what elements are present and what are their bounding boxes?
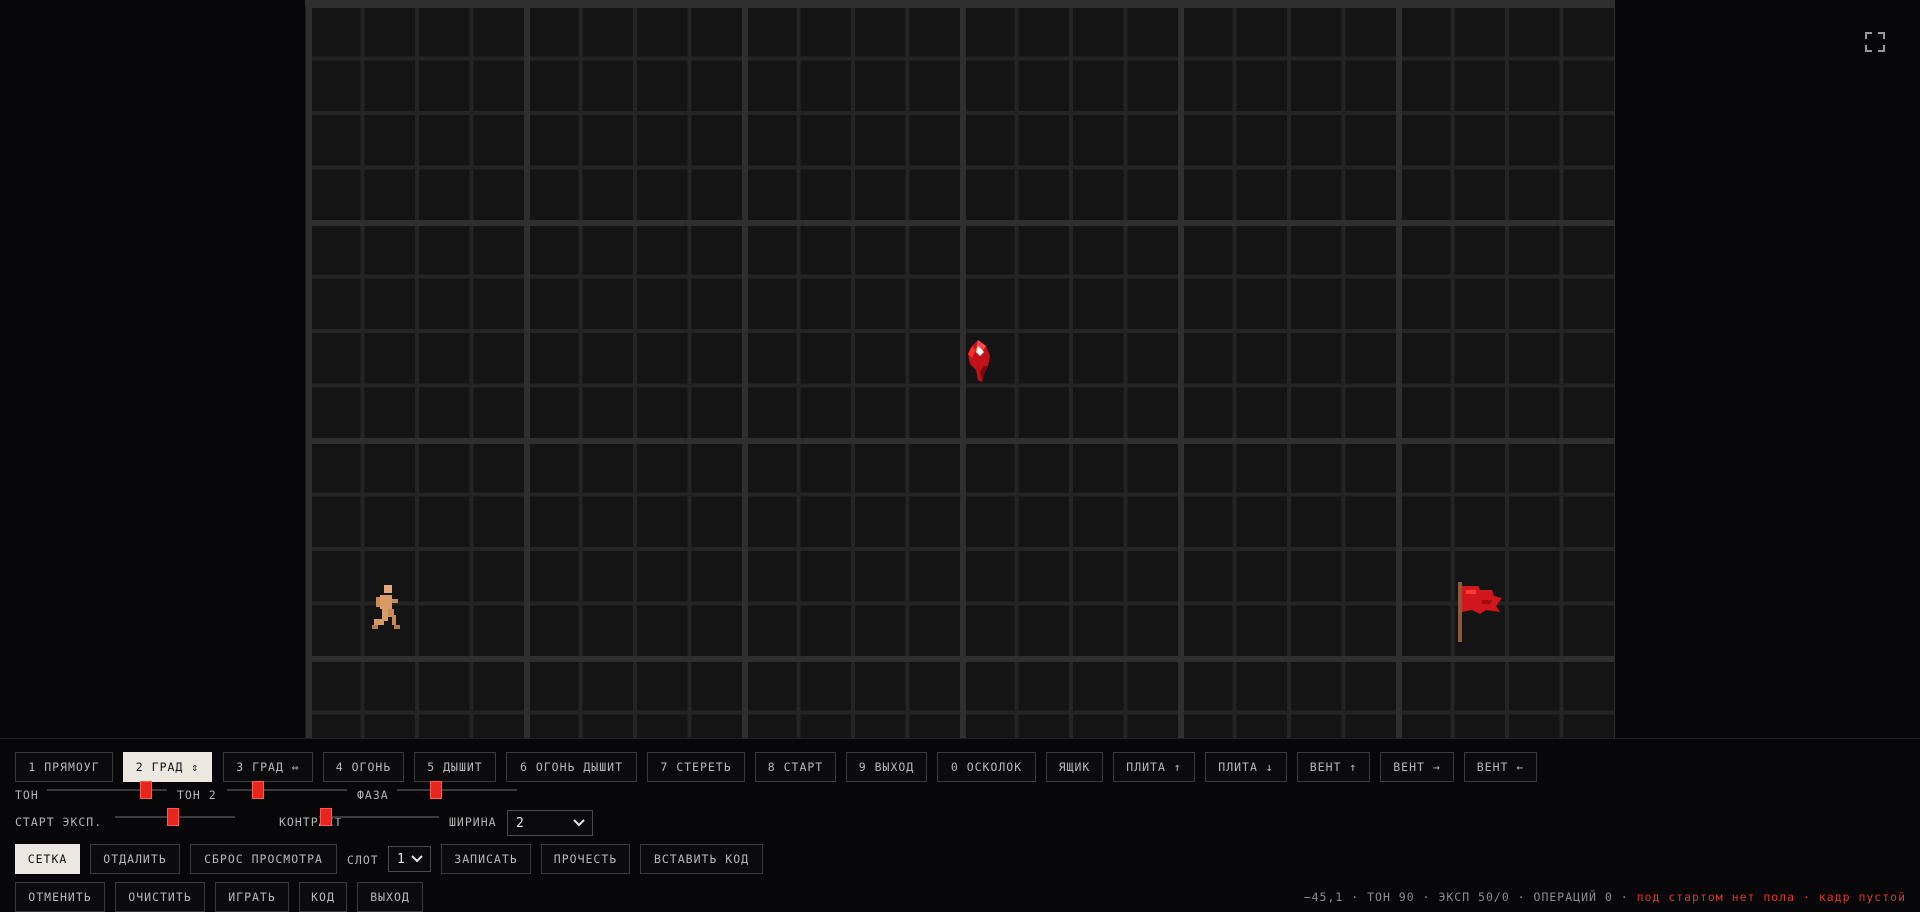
tool-box-button[interactable]: ЯЩИК: [1046, 752, 1103, 782]
width-label: ШИРИНА: [449, 815, 497, 829]
tool-erase-button[interactable]: 7 СТЕРЕТЬ: [647, 752, 745, 782]
tool-gradient-vertical-button[interactable]: 2 ГРАД ⇕: [123, 752, 212, 782]
grid-toggle-button[interactable]: СЕТКА: [15, 844, 80, 874]
tone2-label: ТОН 2: [177, 788, 217, 802]
tool-fire-button[interactable]: 4 ОГОНЬ: [323, 752, 404, 782]
ops-status: ОПЕРАЦИЙ 0: [1533, 890, 1613, 904]
tool-start-button[interactable]: 8 СТАРТ: [755, 752, 836, 782]
cursor-coords: −45,1: [1303, 890, 1344, 904]
tool-gradient-horizontal-button[interactable]: 3 ГРАД ⇔: [223, 752, 313, 782]
clear-button[interactable]: ОЧИСТИТЬ: [115, 882, 205, 912]
canvas-top-border: [305, 0, 1615, 7]
tool-rect-button[interactable]: 1 ПРЯМОУГ: [15, 752, 113, 782]
chevron-down-icon: [411, 855, 423, 863]
tool-vent-up-button[interactable]: ВЕНТ ↑: [1297, 752, 1370, 782]
player-sprite[interactable]: [370, 585, 402, 631]
zoom-out-button[interactable]: ОТДАЛИТЬ: [90, 844, 180, 874]
read-slot-button[interactable]: ПРОЧЕСТЬ: [541, 844, 630, 874]
status-separator: ·: [1343, 890, 1368, 904]
exp-status: ЭКСП 50/0: [1438, 890, 1510, 904]
status-bar: −45,1 · ТОН 90 · ЭКСП 50/0 · ОПЕРАЦИЙ 0 …: [1304, 890, 1906, 904]
tool-exit-button[interactable]: 9 ВЫХОД: [846, 752, 927, 782]
chevron-down-icon: [573, 819, 585, 827]
status-separator: ·: [1414, 890, 1439, 904]
editor-controls: 1 ПРЯМОУГ 2 ГРАД ⇕ 3 ГРАД ⇔ 4 ОГОНЬ 5 ДЫ…: [0, 738, 1920, 912]
level-editor-canvas[interactable]: [305, 2, 1615, 738]
slider-thumb[interactable]: [166, 808, 179, 826]
tool-breathe-button[interactable]: 5 ДЫШИТ: [414, 752, 496, 782]
start-exp-slider[interactable]: [115, 807, 235, 827]
status-separator: ·: [1612, 890, 1637, 904]
tool-vent-right-button[interactable]: ВЕНТ →: [1380, 752, 1454, 782]
warning-empty-frame: кадр пустой: [1818, 890, 1906, 904]
slider-track: [319, 816, 439, 818]
exit-editor-button[interactable]: ВЫХОД: [357, 882, 423, 912]
tool-plate-up-button[interactable]: ПЛИТА ↑: [1113, 752, 1195, 782]
game-stage: [0, 0, 1920, 738]
slot-select[interactable]: 1: [388, 846, 431, 872]
tool-fire-breathe-button[interactable]: 6 ОГОНЬ ДЫШИТ: [506, 752, 637, 782]
contrast-slider[interactable]: [319, 807, 439, 827]
code-button[interactable]: КОД: [299, 882, 347, 912]
red-flag-sprite[interactable]: [1454, 582, 1502, 642]
paste-code-button[interactable]: ВСТАВИТЬ КОД: [640, 844, 763, 874]
red-shard-sprite[interactable]: [966, 340, 994, 384]
play-button[interactable]: ИГРАТЬ: [215, 882, 289, 912]
slot-select-value: 1: [397, 851, 405, 867]
warning-no-floor: под стартом нет пола: [1636, 890, 1796, 904]
reset-view-button[interactable]: СБРОС ПРОСМОТРА: [190, 844, 337, 874]
slider-thumb[interactable]: [251, 781, 264, 799]
tone-slider[interactable]: [47, 780, 167, 800]
slider-thumb[interactable]: [320, 808, 333, 826]
start-exp-label: СТАРТ ЭКСП.: [15, 815, 103, 829]
tool-vent-left-button[interactable]: ВЕНТ ←: [1464, 752, 1537, 782]
slider-thumb[interactable]: [139, 781, 152, 799]
slot-label: СЛОТ: [347, 853, 379, 867]
write-slot-button[interactable]: ЗАПИСАТЬ: [441, 844, 531, 874]
slider-thumb[interactable]: [430, 781, 443, 799]
phase-label: ФАЗА: [357, 788, 389, 802]
tool-plate-down-button[interactable]: ПЛИТА ↓: [1205, 752, 1287, 782]
tone-label: ТОН: [15, 788, 39, 802]
phase-slider[interactable]: [397, 780, 517, 800]
width-select-value: 2: [516, 815, 524, 831]
tone2-slider[interactable]: [227, 780, 347, 800]
slider-track: [227, 789, 347, 791]
width-select[interactable]: 2: [507, 810, 593, 836]
fullscreen-icon[interactable]: [1865, 32, 1885, 52]
status-separator: ·: [1795, 890, 1819, 904]
status-separator: ·: [1509, 890, 1534, 904]
slider-track: [397, 789, 517, 791]
undo-button[interactable]: ОТМЕНИТЬ: [15, 882, 105, 912]
tone-status: ТОН 90: [1367, 890, 1415, 904]
tool-shard-button[interactable]: 0 ОСКОЛОК: [937, 752, 1036, 782]
